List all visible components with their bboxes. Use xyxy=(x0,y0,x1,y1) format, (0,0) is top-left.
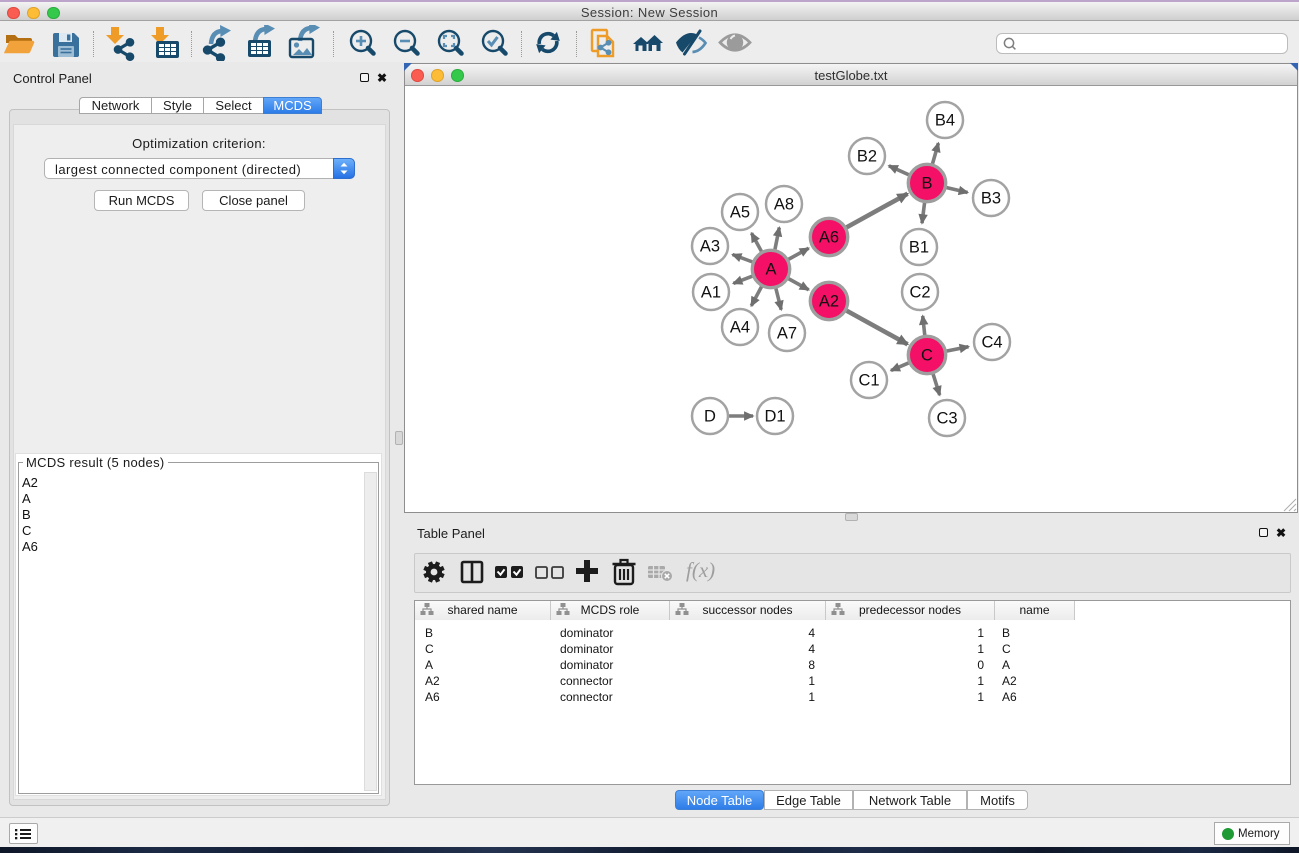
svg-text:A5: A5 xyxy=(730,204,750,222)
svg-text:A7: A7 xyxy=(777,325,797,343)
svg-text:C: C xyxy=(921,347,933,365)
svg-text:A: A xyxy=(765,261,776,279)
svg-text:B1: B1 xyxy=(909,239,929,257)
svg-text:B2: B2 xyxy=(857,148,877,166)
svg-text:B: B xyxy=(921,175,932,193)
svg-text:C1: C1 xyxy=(858,372,879,390)
svg-text:C4: C4 xyxy=(981,334,1002,352)
svg-text:C2: C2 xyxy=(909,284,930,302)
svg-text:A1: A1 xyxy=(701,284,721,302)
svg-text:A6: A6 xyxy=(819,229,839,247)
svg-text:A3: A3 xyxy=(700,238,720,256)
svg-text:B3: B3 xyxy=(981,190,1001,208)
svg-text:A4: A4 xyxy=(730,319,750,337)
svg-text:A8: A8 xyxy=(774,196,794,214)
svg-text:D: D xyxy=(704,408,716,426)
svg-text:D1: D1 xyxy=(764,408,785,426)
svg-text:B4: B4 xyxy=(935,112,955,130)
svg-text:C3: C3 xyxy=(936,410,957,428)
svg-text:A2: A2 xyxy=(819,293,839,311)
